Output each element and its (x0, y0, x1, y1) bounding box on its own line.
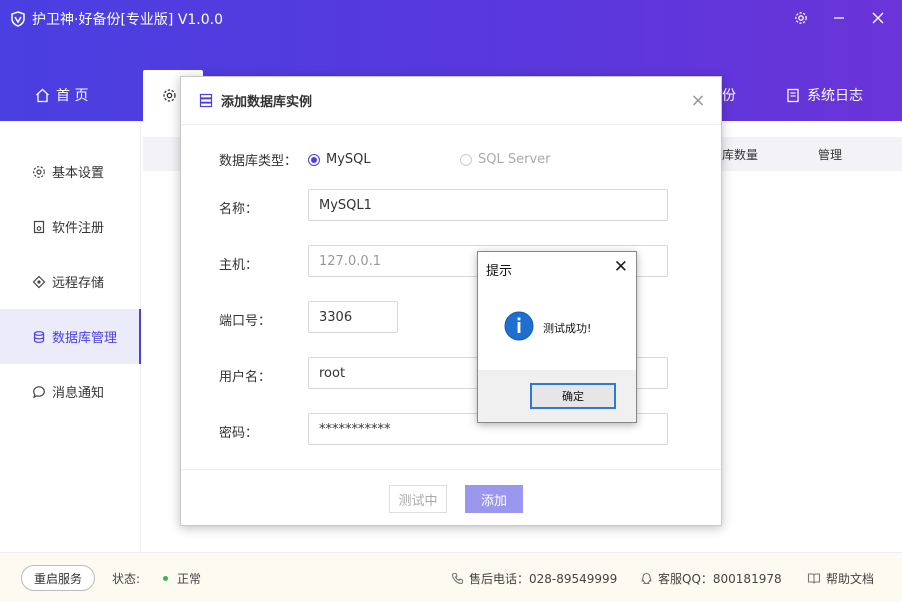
radio-mysql-indicator (308, 153, 320, 166)
sidebar: 基本设置 软件注册 远程存储 数据库管理 消息通知 (0, 121, 141, 552)
close-icon[interactable] (866, 7, 890, 29)
sidebar-item-database[interactable]: 数据库管理 (0, 309, 141, 364)
sidebar-item-label: 数据库管理 (52, 331, 118, 346)
home-icon (36, 88, 49, 102)
sidebar-item-remote-storage[interactable]: 远程存储 (0, 254, 141, 309)
sidebar-item-label: 软件注册 (52, 221, 105, 236)
status-bar: 重启服务 状态: 正常 售后电话：028-89549999 客服QQ：80018… (0, 552, 902, 602)
host-label: 主机： (219, 258, 259, 273)
dialog-footer: 测试中 添加 (181, 469, 721, 525)
radio-sqlserver[interactable]: SQL Server (460, 152, 551, 167)
phone-icon (451, 572, 464, 585)
add-button[interactable]: 添加 (465, 485, 523, 513)
dialog-title: 添加数据库实例 (221, 95, 313, 110)
app-title-text: 护卫神·好备份[专业版] V1.0.0 (32, 12, 224, 28)
radio-sqlserver-label: SQL Server (478, 152, 551, 167)
radio-mysql-label: MySQL (326, 152, 371, 167)
register-icon (33, 220, 45, 233)
server-icon (199, 93, 213, 108)
remote-storage-icon (32, 275, 46, 288)
username-label: 用户名： (219, 370, 272, 385)
add-db-instance-dialog: 添加数据库实例 × 数据库类型： MySQL SQL Server 名称： My… (180, 76, 722, 526)
message-box-text: 测试成功! (543, 322, 592, 335)
message-box-close-icon[interactable]: ✕ (614, 258, 628, 276)
book-icon (807, 573, 821, 584)
sidebar-item-register[interactable]: 软件注册 (0, 199, 141, 254)
status-value-text: 正常 (177, 572, 202, 586)
sidebar-item-label: 基本设置 (52, 166, 105, 181)
message-icon (33, 385, 45, 398)
sidebar-item-label: 远程存储 (52, 276, 105, 291)
log-icon (787, 88, 799, 102)
dialog-close-icon[interactable]: × (689, 92, 707, 110)
support-phone-text: 售后电话：028-89549999 (469, 572, 618, 586)
sidebar-item-notification[interactable]: 消息通知 (0, 364, 141, 419)
minimize-icon[interactable] (827, 7, 851, 29)
status-dot (163, 576, 168, 581)
name-label: 名称： (219, 202, 259, 217)
status-label: 状态: (112, 570, 140, 587)
database-icon (33, 330, 45, 343)
gear-icon (33, 165, 45, 178)
app-title: 护卫神·好备份[专业版] V1.0.0 (10, 9, 223, 29)
info-icon (504, 311, 534, 341)
support-qq: 客服QQ：800181978 (640, 570, 782, 587)
password-label: 密码： (219, 426, 259, 441)
radio-mysql[interactable]: MySQL (308, 152, 371, 167)
help-docs-text: 帮助文档 (826, 572, 875, 586)
nav-system-log-label: 系统日志 (807, 88, 863, 104)
db-type-label: 数据库类型： (219, 154, 298, 169)
message-box-footer: 确定 (478, 370, 636, 422)
dialog-header: 添加数据库实例 (181, 77, 721, 125)
sidebar-item-basic-settings[interactable]: 基本设置 (0, 144, 141, 199)
ok-button[interactable]: 确定 (530, 383, 616, 409)
help-docs-link[interactable]: 帮助文档 (807, 570, 874, 587)
status-label-text: 状态: (112, 572, 141, 586)
qq-icon (641, 572, 652, 585)
radio-sqlserver-indicator (460, 153, 472, 166)
message-box: 提示 ✕ 测试成功! 确定 (477, 251, 637, 423)
table-header-db-count: 库数量 (722, 148, 759, 162)
table-header-manage: 管理 (818, 148, 843, 162)
port-label: 端口号： (219, 314, 272, 329)
settings-icon[interactable] (789, 7, 813, 29)
nav-backup[interactable]: 份 (722, 80, 736, 110)
status-value: 正常 (163, 570, 201, 587)
nav-home[interactable]: 首 页 (35, 80, 88, 110)
port-input[interactable]: 3306 (308, 301, 398, 333)
nav-system-log[interactable]: 系统日志 (786, 80, 863, 110)
shield-logo-icon (11, 11, 25, 27)
message-box-title: 提示 (486, 264, 513, 279)
nav-home-label: 首 页 (56, 88, 89, 104)
support-qq-text: 客服QQ：800181978 (658, 572, 782, 586)
nav-backup-label: 份 (722, 88, 736, 104)
gear-icon (163, 89, 176, 102)
name-input[interactable]: MySQL1 (308, 189, 668, 221)
sidebar-item-label: 消息通知 (52, 386, 105, 401)
test-connection-button[interactable]: 测试中 (389, 485, 447, 513)
support-phone: 售后电话：028-89549999 (451, 570, 617, 587)
restart-service-button[interactable]: 重启服务 (21, 565, 95, 591)
